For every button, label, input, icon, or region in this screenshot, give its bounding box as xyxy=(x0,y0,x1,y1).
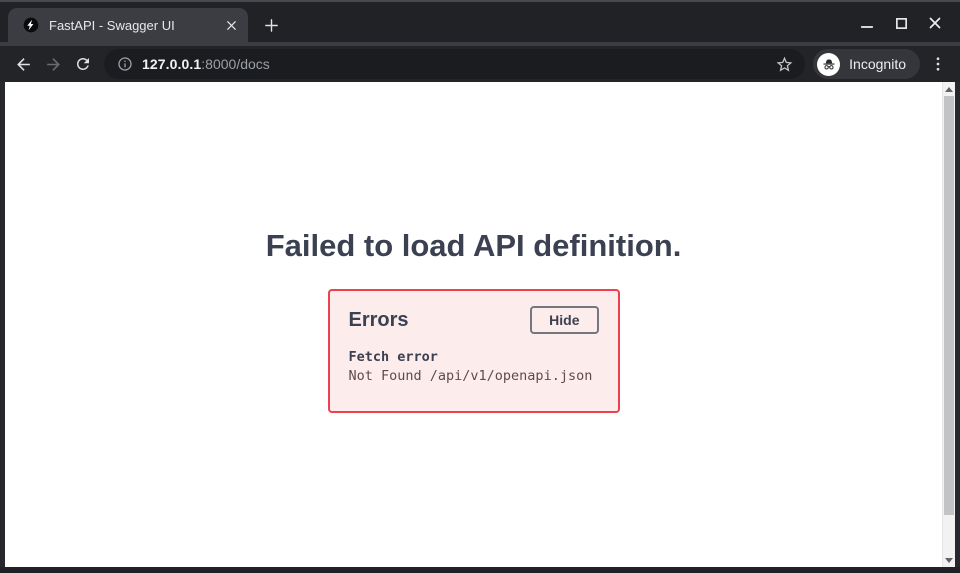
triangle-up-icon xyxy=(945,87,953,92)
scrollbar[interactable] xyxy=(942,82,955,567)
browser-toolbar: 127.0.0.1:8000/docs Incognito xyxy=(0,46,960,82)
scroll-up-button[interactable] xyxy=(943,82,955,96)
errors-heading: Errors xyxy=(349,309,409,332)
bookmark-star-icon[interactable] xyxy=(771,51,797,77)
error-item: Fetch error Not Found /api/v1/openapi.js… xyxy=(349,349,599,384)
error-title: Fetch error xyxy=(349,349,599,365)
window-controls xyxy=(850,2,952,44)
fastapi-favicon-icon xyxy=(23,17,39,33)
forward-button[interactable] xyxy=(38,49,68,79)
address-bar[interactable]: 127.0.0.1:8000/docs xyxy=(104,49,805,79)
window-minimize-button[interactable] xyxy=(850,2,884,44)
scroll-down-button[interactable] xyxy=(943,553,955,567)
window-border-bottom xyxy=(0,567,960,573)
new-tab-button[interactable] xyxy=(257,11,285,39)
window-maximize-button[interactable] xyxy=(884,2,918,44)
errors-panel: Errors Hide Fetch error Not Found /api/v… xyxy=(328,289,620,413)
reload-button[interactable] xyxy=(68,49,98,79)
swagger-ui-page: Failed to load API definition. Errors Hi… xyxy=(5,82,942,567)
error-message: Not Found /api/v1/openapi.json xyxy=(349,368,599,384)
menu-button[interactable] xyxy=(924,49,952,79)
window-border-right xyxy=(955,82,960,567)
scrollbar-thumb[interactable] xyxy=(944,96,954,515)
page-title: Failed to load API definition. xyxy=(5,228,942,264)
browser-tab[interactable]: FastAPI - Swagger UI xyxy=(8,8,248,42)
site-info-icon[interactable] xyxy=(117,56,133,72)
browser-window: FastAPI - Swagger UI xyxy=(0,0,960,573)
tab-title: FastAPI - Swagger UI xyxy=(49,18,222,33)
triangle-down-icon xyxy=(945,558,953,563)
tab-strip: FastAPI - Swagger UI xyxy=(0,0,960,42)
tab-close-icon[interactable] xyxy=(222,16,240,34)
back-button[interactable] xyxy=(8,49,38,79)
window-close-button[interactable] xyxy=(918,2,952,44)
incognito-badge: Incognito xyxy=(813,49,920,79)
incognito-icon xyxy=(817,53,840,76)
url-host: 127.0.0.1 xyxy=(142,56,201,72)
incognito-label: Incognito xyxy=(849,56,906,72)
url-path: :8000/docs xyxy=(201,56,270,72)
hide-errors-button[interactable]: Hide xyxy=(530,306,598,334)
